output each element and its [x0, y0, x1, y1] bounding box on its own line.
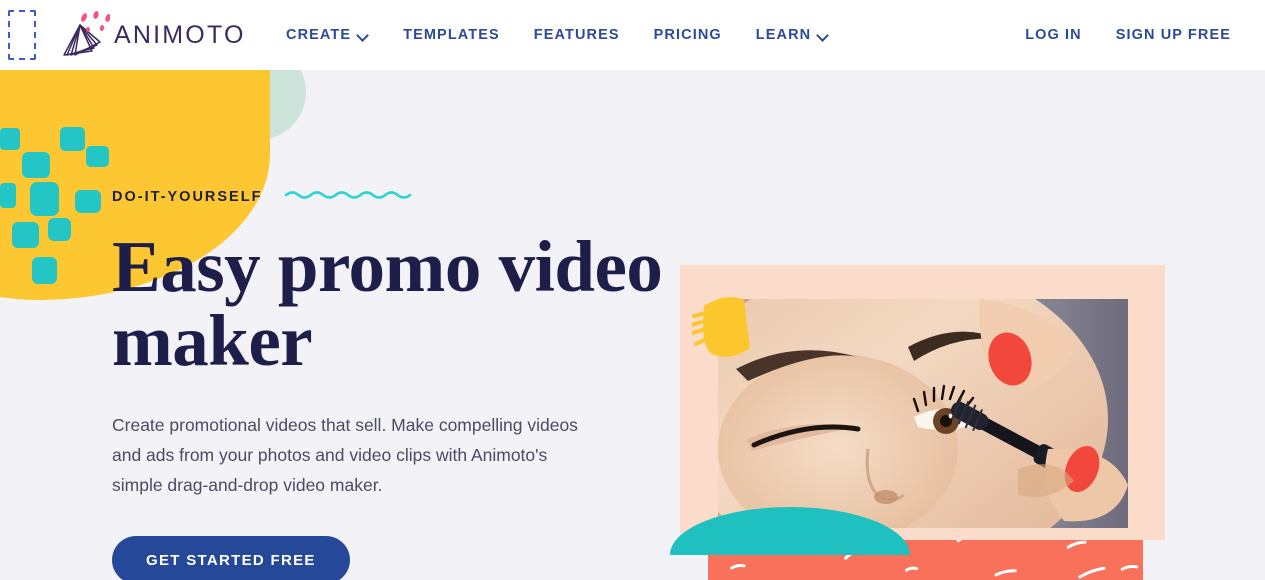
confetti-square — [86, 146, 109, 167]
confetti-square — [0, 183, 16, 208]
page-title: Easy promo video maker — [112, 226, 663, 381]
hero-text-block: DO-IT-YOURSELF Easy promo video maker Cr… — [112, 186, 672, 580]
skip-to-content-focus-ring[interactable] — [8, 10, 36, 60]
main-navigation: CREATE TEMPLATES FEATURES PRICING LEARN — [286, 0, 829, 70]
hero-eyebrow-row: DO-IT-YOURSELF — [112, 186, 672, 208]
chevron-down-icon — [818, 30, 829, 41]
nav-item-label: FEATURES — [533, 27, 620, 43]
yellow-brush-stroke-decoration — [690, 290, 754, 367]
nav-item-label: PRICING — [653, 27, 722, 43]
chevron-down-icon — [358, 30, 369, 41]
nav-item-templates[interactable]: TEMPLATES — [403, 27, 500, 43]
nav-item-label: TEMPLATES — [403, 27, 500, 43]
header-actions: LOG IN SIGN UP FREE — [1025, 0, 1231, 70]
nav-item-label: LEARN — [755, 27, 812, 43]
hero-media-composition — [660, 255, 1220, 580]
confetti-square — [0, 128, 20, 150]
confetti-square — [12, 222, 39, 248]
animoto-logo[interactable]: ANIMOTO — [58, 8, 246, 62]
nav-item-label: CREATE — [286, 27, 352, 43]
nav-item-create[interactable]: CREATE — [286, 27, 369, 43]
nav-item-pricing[interactable]: PRICING — [654, 27, 722, 43]
confetti-square — [75, 190, 101, 213]
confetti-square — [22, 152, 50, 178]
hero-eyebrow: DO-IT-YOURSELF — [112, 189, 263, 205]
confetti-square — [30, 182, 59, 216]
get-started-free-button[interactable]: GET STARTED FREE — [112, 536, 350, 580]
confetti-square — [60, 127, 85, 151]
signup-free-link[interactable]: SIGN UP FREE — [1116, 27, 1231, 43]
login-link[interactable]: LOG IN — [1025, 27, 1082, 43]
nav-item-learn[interactable]: LEARN — [756, 27, 829, 43]
hero-photo — [718, 299, 1128, 528]
nav-item-features[interactable]: FEATURES — [534, 27, 620, 43]
hero-page: ANIMOTO CREATE TEMPLATES FEATURES PRICING LE… — [0, 0, 1265, 580]
site-header: ANIMOTO CREATE TEMPLATES FEATURES PRICING LE… — [0, 0, 1265, 70]
logo-wordmark: ANIMOTO — [114, 20, 246, 49]
hero-description: Create promotional videos that sell. Mak… — [112, 415, 578, 495]
teal-squiggle-icon — [284, 187, 412, 208]
animoto-fan-logo-icon — [58, 11, 121, 59]
confetti-square — [32, 257, 57, 284]
confetti-square — [48, 218, 71, 241]
